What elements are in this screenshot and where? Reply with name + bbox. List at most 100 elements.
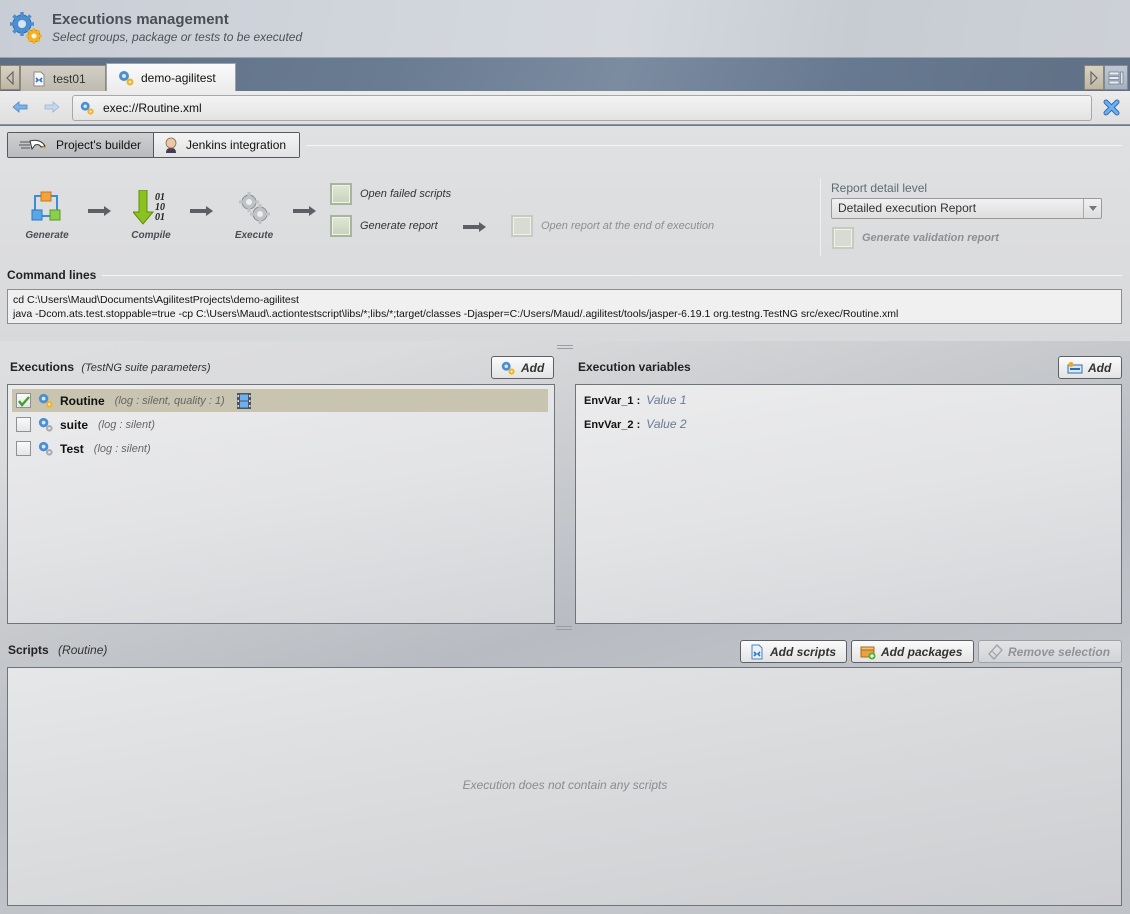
command-lines-box[interactable]: cd C:\Users\Maud\Documents\AgilitestProj…	[7, 289, 1122, 324]
variable-key: EnvVar_2 :	[584, 419, 641, 431]
variable-row[interactable]: EnvVar_2 : Value 2	[584, 417, 687, 431]
remove-selection-label: Remove selection	[1008, 644, 1111, 659]
vertical-splitter[interactable]	[555, 384, 575, 624]
add-scripts-label: Add scripts	[770, 644, 837, 659]
forward-button[interactable]	[44, 101, 60, 116]
add-execution-label: Add	[521, 360, 545, 375]
execution-row-suite[interactable]: suite (log : silent)	[12, 413, 548, 436]
separator	[820, 178, 821, 256]
tab-scroll-right-button[interactable]	[1084, 65, 1104, 90]
report-detail-select[interactable]: Detailed execution Report	[831, 198, 1102, 219]
remove-selection-button[interactable]: Remove selection	[978, 640, 1122, 663]
add-execution-button[interactable]: Add	[491, 356, 554, 379]
tab-test01[interactable]: test01	[20, 65, 106, 91]
list-icon	[1108, 71, 1124, 84]
chevron-down-icon	[1083, 199, 1101, 218]
triangle-left-icon	[6, 70, 14, 85]
gears-icon	[236, 190, 272, 226]
arrow-right-icon	[44, 101, 60, 113]
projects-builder-button[interactable]: Project's builder	[8, 133, 154, 157]
compile-label: Compile	[131, 230, 171, 241]
scripts-empty-message: Execution does not contain any scripts	[462, 778, 668, 792]
add-scripts-button[interactable]: Add scripts	[740, 640, 847, 663]
splitter-handle[interactable]	[557, 345, 573, 349]
executions-title: Executions	[10, 360, 75, 374]
script-file-icon	[751, 644, 763, 659]
gears-icon	[80, 101, 94, 115]
close-button[interactable]	[1103, 99, 1120, 119]
report-detail-value: Detailed execution Report	[838, 201, 977, 215]
address-input[interactable]: exec://Routine.xml	[72, 95, 1092, 121]
address-url: exec://Routine.xml	[103, 101, 202, 115]
tab-scroll-left-button[interactable]	[0, 65, 20, 90]
execution-checkbox[interactable]	[16, 441, 31, 456]
execution-params: (log : silent)	[93, 442, 151, 455]
eraser-icon	[988, 643, 1003, 660]
gears-icon	[38, 417, 53, 432]
generate-step[interactable]: Generate	[20, 190, 74, 241]
compile-icon: 01 10 01	[131, 189, 169, 226]
execution-checkbox[interactable]	[16, 417, 31, 432]
variable-value: Value 1	[646, 393, 687, 407]
splitter-handle[interactable]	[556, 626, 572, 630]
validation-report-checkbox[interactable]	[832, 227, 854, 249]
gears-icon	[119, 70, 134, 85]
execution-params: (log : silent, quality : 1)	[114, 394, 225, 407]
check-icon	[17, 395, 30, 407]
command-line: cd C:\Users\Maud\Documents\AgilitestProj…	[13, 294, 299, 306]
execution-params: (log : silent)	[98, 418, 155, 431]
variable-row[interactable]: EnvVar_1 : Value 1	[584, 393, 687, 407]
generate-report-label: Generate report	[360, 220, 438, 232]
command-line: java -Dcom.ats.test.stoppable=true -cp C…	[13, 308, 899, 320]
execution-checkbox[interactable]	[16, 393, 31, 408]
execution-name: Test	[60, 441, 84, 456]
svg-text:01: 01	[155, 212, 165, 223]
execution-name: suite	[60, 417, 89, 432]
executions-subtitle: (TestNG suite parameters)	[81, 362, 211, 374]
page-title: Executions management	[52, 11, 229, 28]
tab-demo-agilitest[interactable]: demo-agilitest	[106, 63, 236, 91]
open-report-end-label: Open report at the end of execution	[541, 220, 715, 232]
open-failed-scripts-checkbox[interactable]	[330, 183, 352, 205]
mode-toggle: Project's builder Jenkins integration	[7, 132, 300, 158]
add-variable-icon	[1067, 361, 1083, 373]
page-subtitle: Select groups, package or tests to be ex…	[52, 30, 303, 44]
tab-label: demo-agilitest	[141, 70, 216, 85]
arrow-left-icon	[12, 101, 28, 113]
arrow-right-icon	[293, 205, 317, 219]
generate-report-checkbox[interactable]	[330, 215, 352, 237]
jenkins-integration-button[interactable]: Jenkins integration	[154, 133, 299, 157]
add-variable-label: Add	[1088, 360, 1112, 375]
compile-step[interactable]: 01 10 01 Compile	[124, 189, 178, 241]
add-variable-button[interactable]: Add	[1058, 356, 1122, 379]
gears-icon	[38, 393, 53, 408]
scripts-subtitle: (Routine)	[58, 643, 108, 657]
scripts-title: Scripts	[8, 643, 49, 657]
tab-label: test01	[53, 71, 86, 86]
generate-label: Generate	[25, 230, 69, 241]
execute-label: Execute	[234, 230, 274, 241]
execution-row-routine[interactable]: Routine (log : silent, quality : 1)	[12, 389, 548, 412]
report-detail-title: Report detail level	[831, 181, 928, 195]
arrow-right-icon	[463, 221, 487, 235]
add-packages-label: Add packages	[881, 644, 963, 659]
scripts-header: Scripts (Routine)	[8, 643, 107, 657]
package-add-icon	[860, 646, 876, 659]
open-report-end-checkbox[interactable]	[511, 215, 533, 237]
variable-value: Value 2	[646, 417, 687, 431]
jenkins-integration-label: Jenkins integration	[186, 138, 287, 152]
separator	[102, 275, 1122, 276]
gears-icon	[8, 10, 44, 46]
execute-step[interactable]: Execute	[227, 190, 281, 241]
back-button[interactable]	[12, 101, 28, 116]
validation-report-label: Generate validation report	[862, 232, 999, 244]
execution-row-test[interactable]: Test (log : silent)	[12, 437, 548, 460]
gears-icon	[501, 361, 515, 375]
tab-list-button[interactable]	[1104, 65, 1128, 90]
add-packages-button[interactable]: Add packages	[851, 640, 974, 663]
cubes-icon	[29, 190, 65, 226]
video-icon	[236, 392, 251, 409]
arrow-right-icon	[88, 205, 112, 219]
close-icon	[1103, 99, 1120, 116]
page-header	[0, 0, 1130, 58]
